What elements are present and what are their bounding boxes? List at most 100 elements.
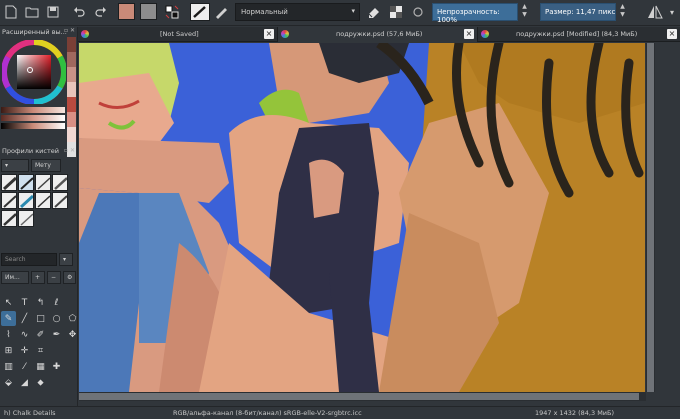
brush-options-icon[interactable] [213,3,229,21]
brush-preset[interactable] [18,192,34,209]
smart-patch-tool-icon[interactable]: ✚ [49,359,64,374]
tab-podruzhki[interactable]: подружки.psd (57,6 МиБ) × [278,27,478,42]
tab-podruzhki-modified[interactable]: подружки.psd [Modified] (84,3 МиБ) × [478,27,680,42]
line-tool-icon[interactable]: ╱ [17,311,32,326]
brush-preset[interactable] [18,210,34,227]
tag-label[interactable]: Мету [31,159,61,172]
right-panel-gap [655,43,680,401]
gradient-tool-icon[interactable]: ▥ [1,359,16,374]
polyline-tool-icon[interactable]: ⌇ [1,327,16,342]
multibrush-tool-icon[interactable]: ✥ [65,327,80,342]
mirror-icon[interactable] [646,3,664,21]
freehand-brush-tool-icon[interactable]: ✎ [1,311,16,326]
reload-icon[interactable] [410,3,426,21]
calligraphy-tool-icon[interactable]: ℓ [49,295,64,310]
import-button[interactable]: Им... [1,271,29,284]
move-tool-icon[interactable]: ✛ [17,343,32,358]
chevron-down-icon: ▾ [351,7,355,15]
brush-preset[interactable] [35,192,51,209]
foreground-color-swatch[interactable] [118,3,135,20]
docker-close-buttons[interactable]: ▫ ✕ [64,27,75,34]
close-icon[interactable]: × [667,29,677,39]
background-color-swatch[interactable] [140,3,157,20]
drawing-canvas[interactable] [79,43,645,392]
tab-label: [Not Saved] [160,30,199,38]
shade-slider[interactable] [1,115,65,121]
empty [65,359,80,374]
close-icon[interactable]: × [264,29,274,39]
opacity-slider[interactable]: Непрозрачность: 100% [432,3,518,24]
empty [65,343,80,358]
menu-arrow-icon[interactable]: ▾ [666,3,678,21]
krita-document-icon [281,30,289,38]
brush-preset[interactable] [18,174,34,191]
opacity-spinner[interactable]: ▲ ▼ [520,3,529,21]
eraser-icon[interactable] [366,3,382,21]
opacity-value: Непрозрачность: 100% [437,8,500,24]
close-icon[interactable]: × [464,29,474,39]
docker-close-buttons[interactable]: ▫ ✕ [64,147,75,154]
edit-shapes-tool-icon[interactable]: ↰ [33,295,48,310]
fill-tool-icon[interactable]: ⬙ [1,375,16,390]
crop-tool-icon[interactable]: ⌗ [33,343,48,358]
select-tool-icon[interactable]: ↖ [1,295,16,310]
polygon-tool-icon[interactable]: ⬠ [65,311,80,326]
save-icon[interactable] [46,3,60,21]
open-icon[interactable] [25,3,39,21]
color-selector-title: Расширенный вы... [2,28,67,36]
enclose-fill-tool-icon[interactable]: ◢ [17,375,32,390]
size-spinner[interactable]: ▲ ▼ [618,3,627,21]
assistant-tool-icon[interactable]: ⬥ [33,375,48,390]
settings-button[interactable]: ⚙ [63,271,76,284]
brush-preset-grid [1,174,68,227]
toolbox: ↖ T ↰ ℓ ✎ ╱ □ ○ ⬠ ⌇ ∿ ✐ ✒ ✥ ⊞ ✛ ⌗ ▥ ⁄ ▦ … [1,295,77,390]
tab-label: подружки.psd (57,6 МиБ) [336,30,423,38]
brush-search-input[interactable]: Search [1,253,57,266]
document-tabs: [Not Saved] × подружки.psd (57,6 МиБ) × … [78,27,680,42]
status-bar: h) Chalk Details RGB/альфа-канал (8-бит/… [0,406,680,419]
color-history-strip[interactable] [67,37,76,157]
freehand-path-tool-icon[interactable]: ✐ [33,327,48,342]
horizontal-scrollbar[interactable] [79,392,646,401]
scroll-thumb[interactable] [647,43,654,392]
size-slider[interactable]: Размер: 11,47 пикс. [540,3,616,21]
brush-preset[interactable] [1,210,17,227]
ellipse-tool-icon[interactable]: ○ [49,311,64,326]
undo-icon[interactable] [72,3,86,21]
color-picker-tool-icon[interactable]: ⁄ [17,359,32,374]
krita-document-icon [481,30,489,38]
dynamic-brush-tool-icon[interactable]: ✒ [49,327,64,342]
redo-icon[interactable] [94,3,108,21]
brush-preset[interactable] [35,174,51,191]
color-selector-wheel[interactable] [2,40,66,104]
search-options-button[interactable]: ▾ [59,253,73,266]
empty [49,343,64,358]
shade-slider[interactable] [1,107,65,113]
colorize-mask-tool-icon[interactable]: ▦ [33,359,48,374]
add-button[interactable]: + [31,271,45,284]
brush-preset-icon[interactable] [190,3,210,21]
tag-dropdown[interactable]: ▾ [1,159,29,172]
brush-preset[interactable] [1,192,17,209]
transform-tool-icon[interactable]: ⊞ [1,343,16,358]
krita-document-icon [81,30,89,38]
brush-preset[interactable] [52,174,68,191]
scroll-thumb[interactable] [79,393,639,400]
text-tool-icon[interactable]: T [17,295,32,310]
shade-slider[interactable] [1,123,65,129]
rectangle-tool-icon[interactable]: □ [33,311,48,326]
brush-preset[interactable] [52,192,68,209]
tab-label: подружки.psd [Modified] (84,3 МиБ) [516,30,638,38]
main-toolbar: Нормальный ▾ Непрозрачность: 100% ▲ ▼ Раз… [0,0,680,26]
painting [79,43,645,392]
left-docker: Расширенный вы... ▫ ✕ Профили кистей ▫ ✕… [0,27,78,406]
remove-button[interactable]: − [47,271,61,284]
bezier-tool-icon[interactable]: ∿ [17,327,32,342]
new-document-icon[interactable] [4,3,18,21]
vertical-scrollbar[interactable] [646,43,655,392]
tab-not-saved[interactable]: [Not Saved] × [78,27,278,42]
swap-colors-icon[interactable] [163,3,181,21]
brush-preset[interactable] [1,174,17,191]
alpha-lock-icon[interactable] [388,3,404,21]
blend-mode-select[interactable]: Нормальный ▾ [235,3,360,21]
